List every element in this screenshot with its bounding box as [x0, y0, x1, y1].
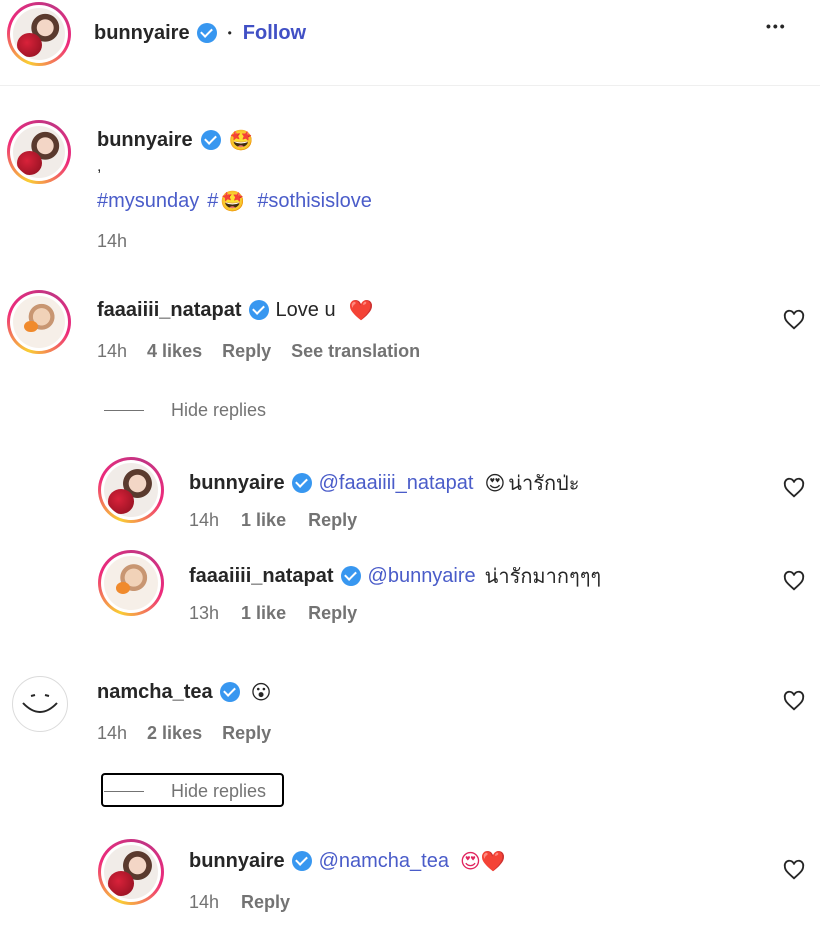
reply-2-username[interactable]: faaaiiii_natapat — [189, 565, 334, 588]
reply-3-meta: 14h Reply — [189, 892, 290, 913]
hide-replies-line — [104, 410, 144, 411]
comment-1-likes[interactable]: 4 likes — [147, 341, 202, 362]
reply-1-emoji: 😍 — [484, 471, 506, 495]
verified-badge-icon — [291, 851, 312, 871]
comment-1-time: 14h — [97, 341, 128, 361]
follow-button[interactable]: Follow — [243, 22, 306, 45]
hashtag-emoji: 🤩 — [220, 189, 246, 213]
caption-avatar[interactable] — [7, 120, 71, 184]
reply-2-time: 13h — [189, 603, 220, 623]
comment-2-time: 14h — [97, 723, 128, 743]
hashtag-mysunday[interactable]: #mysunday — [97, 190, 199, 213]
reply-1-text: น่ารักป่ะ — [508, 473, 580, 495]
reply-2-mention[interactable]: @bunnyaire — [368, 565, 476, 588]
smiley-face-icon — [22, 694, 58, 713]
verified-badge-icon — [340, 566, 361, 586]
comment-1-see-translation[interactable]: See translation — [291, 341, 420, 362]
comment-1-text: Love u — [275, 298, 336, 321]
verified-badge-icon — [248, 300, 269, 320]
reply-3-row: bunnyaire @namcha_tea 😍❤️ — [189, 849, 506, 873]
reply-3-emoji: 😍❤️ — [459, 849, 506, 873]
caption-hashtags: #mysunday # 🤩 #sothisislove — [97, 189, 372, 213]
header-user-row: bunnyaire • Follow — [94, 20, 306, 46]
reply-2-likes[interactable]: 1 like — [241, 603, 286, 624]
comment-2-meta: 14h 2 likes Reply — [97, 723, 271, 744]
reply-1-meta: 14h 1 like Reply — [189, 510, 357, 531]
comment-1-reply-button[interactable]: Reply — [222, 341, 271, 362]
reply-avatar[interactable] — [98, 550, 164, 616]
comment-1-heart-emoji: ❤️ — [348, 298, 374, 322]
comment-1-row: faaaiiii_natapat Love u ❤️ — [97, 298, 373, 322]
heart-outline-icon[interactable] — [783, 690, 805, 712]
verified-badge-icon — [219, 682, 240, 702]
caption-user-row: bunnyaire 🤩 — [97, 128, 253, 152]
header-avatar[interactable] — [7, 2, 71, 66]
comment-2-likes[interactable]: 2 likes — [147, 723, 202, 744]
heart-outline-icon[interactable] — [783, 477, 805, 499]
header-username[interactable]: bunnyaire — [94, 22, 190, 45]
comment-1-username[interactable]: faaaiiii_natapat — [97, 299, 242, 322]
verified-badge-icon — [291, 473, 312, 493]
more-horizontal-icon[interactable]: ••• — [766, 18, 787, 34]
caption-username[interactable]: bunnyaire — [97, 129, 193, 152]
heart-outline-icon[interactable] — [783, 309, 805, 331]
comment-2-reply-button[interactable]: Reply — [222, 723, 271, 744]
reply-1-mention[interactable]: @faaaiiii_natapat — [319, 472, 474, 495]
verified-badge-icon — [200, 130, 221, 150]
comment-2-username[interactable]: namcha_tea — [97, 681, 213, 704]
reply-3-username[interactable]: bunnyaire — [189, 850, 285, 873]
comment-2-avatar[interactable] — [12, 676, 68, 732]
comment-1-meta: 14h 4 likes Reply See translation — [97, 341, 420, 362]
reply-3-reply-button[interactable]: Reply — [241, 892, 290, 913]
heart-outline-icon[interactable] — [783, 859, 805, 881]
reply-2-row: faaaiiii_natapat @bunnyaire น่ารักมากๆๆๆ — [189, 560, 601, 592]
caption-emoji: 🤩 — [228, 128, 254, 152]
reply-1-likes[interactable]: 1 like — [241, 510, 286, 531]
header-divider — [0, 85, 820, 86]
hashtag-sothisislove[interactable]: #sothisislove — [257, 190, 372, 213]
header-dot: • — [227, 26, 232, 40]
heart-outline-icon[interactable] — [783, 570, 805, 592]
reply-avatar[interactable] — [98, 839, 164, 905]
reply-1-time: 14h — [189, 510, 220, 530]
reply-1-username[interactable]: bunnyaire — [189, 472, 285, 495]
hide-replies-line — [104, 791, 144, 792]
hide-replies-button[interactable]: Hide replies — [171, 781, 266, 802]
reply-1-reply-button[interactable]: Reply — [308, 510, 357, 531]
reply-2-meta: 13h 1 like Reply — [189, 603, 357, 624]
comment-avatar[interactable] — [7, 290, 71, 354]
caption-line2: , — [97, 158, 102, 175]
reply-avatar[interactable] — [98, 457, 164, 523]
reply-1-row: bunnyaire @faaaiiii_natapat 😍 น่ารักป่ะ — [189, 467, 580, 499]
reply-3-time: 14h — [189, 892, 220, 912]
reply-2-text: น่ารักมากๆๆๆ — [484, 566, 602, 588]
comment-2-emoji: 😮 — [250, 680, 272, 704]
caption-time: 14h — [97, 231, 128, 251]
comment-2-row: namcha_tea 😮 — [97, 680, 271, 704]
hashtag-prefix[interactable]: # — [207, 190, 218, 213]
reply-2-reply-button[interactable]: Reply — [308, 603, 357, 624]
verified-badge-icon — [196, 23, 217, 43]
reply-3-mention[interactable]: @namcha_tea — [319, 850, 449, 873]
hide-replies-button[interactable]: Hide replies — [171, 400, 266, 421]
